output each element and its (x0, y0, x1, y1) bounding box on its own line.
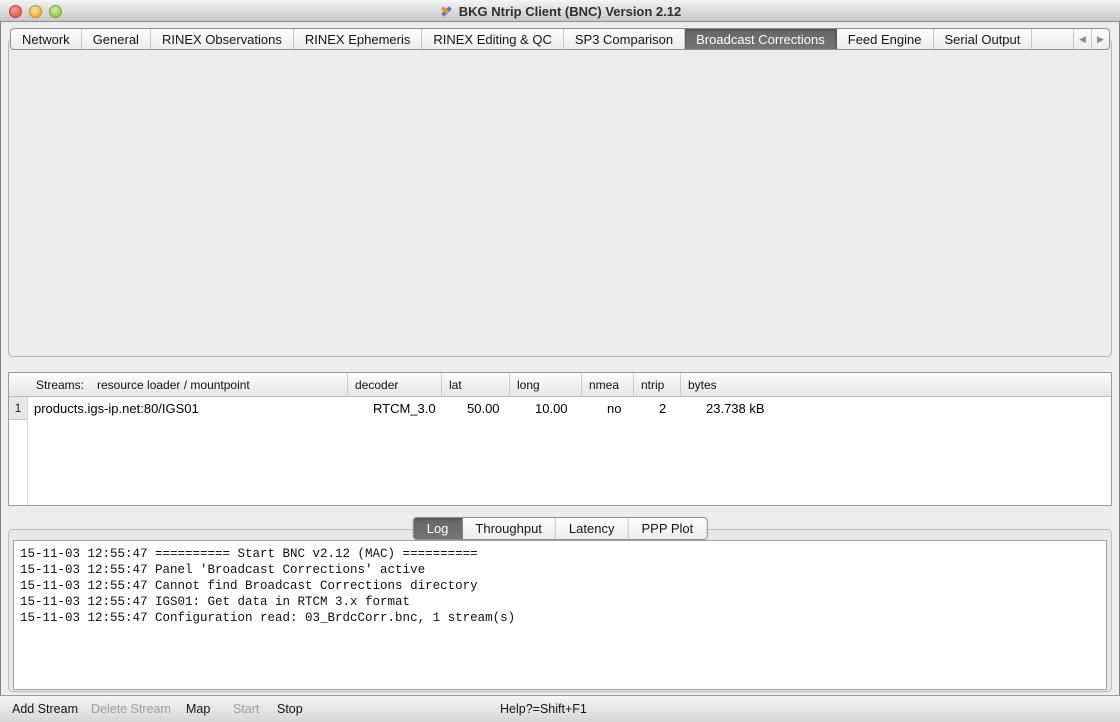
cell-lat: 50.00 (460, 401, 528, 416)
tab-feed-engine[interactable]: Feed Engine (837, 29, 934, 49)
tab-ppp-plot[interactable]: PPP Plot (628, 518, 706, 539)
col-bytes: bytes (680, 373, 1111, 396)
log-line: 15-11-03 12:55:47 Panel 'Broadcast Corre… (20, 562, 1100, 578)
cell-ntrip: 2 (652, 401, 699, 416)
bnc-logo-icon (439, 4, 454, 19)
bnc-window: BKG Ntrip Client (BNC) Version 2.12 Netw… (0, 0, 1120, 722)
tab-sp3-comparison[interactable]: SP3 Comparison (564, 29, 685, 49)
tab-network[interactable]: Network (11, 29, 82, 49)
row-number-gutter: 1 (9, 397, 28, 505)
window-title: BKG Ntrip Client (BNC) Version 2.12 (459, 4, 681, 19)
cell-nmea: no (600, 401, 652, 416)
col-mountpoint: resource loader / mountpoint (97, 378, 250, 392)
table-row[interactable]: products.igs-ip.net:80/IGS01 RTCM_3.0 50… (28, 397, 1111, 420)
main-tab-bar: Network General RINEX Observations RINEX… (10, 28, 1110, 50)
cell-decoder: RTCM_3.0 (366, 401, 460, 416)
log-line: 15-11-03 12:55:47 Configuration read: 03… (20, 610, 1100, 626)
title-bar: BKG Ntrip Client (BNC) Version 2.12 (0, 0, 1120, 22)
add-stream-button[interactable]: Add Stream (12, 696, 78, 722)
map-button[interactable]: Map (186, 696, 210, 722)
col-nmea: nmea (581, 373, 633, 396)
tab-rinex-editing-qc[interactable]: RINEX Editing & QC (422, 29, 564, 49)
cell-bytes: 23.738 kB (699, 401, 1111, 416)
cell-mountpoint: products.igs-ip.net:80/IGS01 (28, 401, 366, 416)
help-shortcut-label: Help?=Shift+F1 (500, 696, 587, 722)
col-lat: lat (441, 373, 509, 396)
streams-table: Streams: resource loader / mountpoint de… (8, 372, 1112, 506)
status-bar: Add Stream Delete Stream Map Start Stop … (0, 695, 1120, 722)
tab-general[interactable]: General (82, 29, 151, 49)
log-line: 15-11-03 12:55:47 ========== Start BNC v… (20, 546, 1100, 562)
log-line: 15-11-03 12:55:47 IGS01: Get data in RTC… (20, 594, 1100, 610)
stop-button[interactable]: Stop (277, 696, 303, 722)
streams-table-body: 1 products.igs-ip.net:80/IGS01 RTCM_3.0 … (9, 397, 1111, 505)
broadcast-corrections-panel (8, 39, 1112, 357)
delete-stream-button[interactable]: Delete Stream (91, 696, 171, 722)
row-number: 1 (9, 397, 27, 420)
tab-scroll-left-icon[interactable]: ◀ (1073, 29, 1091, 49)
cell-long: 10.00 (528, 401, 600, 416)
tab-rinex-ephemeris[interactable]: RINEX Ephemeris (294, 29, 422, 49)
tab-broadcast-corrections[interactable]: Broadcast Corrections (685, 29, 837, 49)
tab-rinex-observations[interactable]: RINEX Observations (151, 29, 294, 49)
tab-latency[interactable]: Latency (556, 518, 629, 539)
log-output: 15-11-03 12:55:47 ========== Start BNC v… (13, 540, 1107, 690)
col-ntrip: ntrip (633, 373, 680, 396)
col-decoder: decoder (347, 373, 441, 396)
streams-table-header: Streams: resource loader / mountpoint de… (9, 373, 1111, 397)
streams-label: Streams: (36, 378, 84, 392)
tab-serial-output[interactable]: Serial Output (934, 29, 1033, 49)
tab-scroll-right-icon[interactable]: ▶ (1091, 29, 1109, 49)
start-button[interactable]: Start (233, 696, 259, 722)
tab-throughput[interactable]: Throughput (462, 518, 556, 539)
log-tab-bar: Log Throughput Latency PPP Plot (413, 517, 708, 540)
col-long: long (509, 373, 581, 396)
log-line: 15-11-03 12:55:47 Cannot find Broadcast … (20, 578, 1100, 594)
tab-log[interactable]: Log (414, 518, 463, 539)
